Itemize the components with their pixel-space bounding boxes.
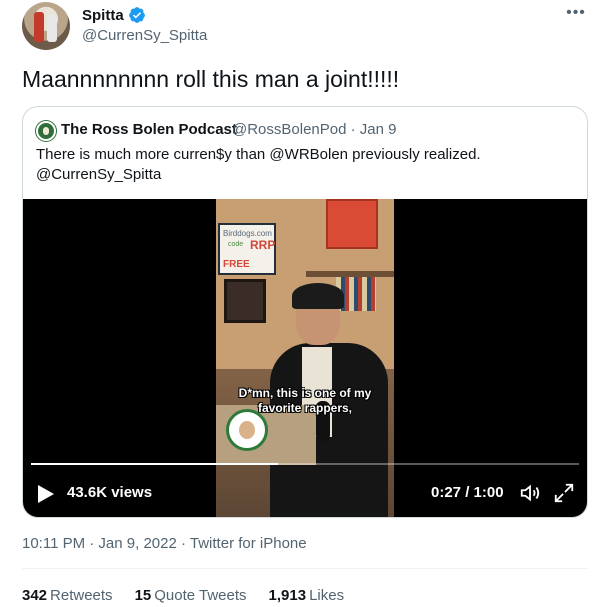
wall-box: [326, 199, 378, 249]
display-name-text: Spitta: [82, 6, 124, 24]
play-icon[interactable]: [37, 484, 55, 504]
tweet: Spitta @CurrenSy_Spitta ••• Maannnnnnnn …: [0, 0, 610, 607]
likes-count: 1,913: [268, 587, 307, 604]
tweet-stats: 342 Retweets 15 Quote Tweets 1,913 Likes: [22, 587, 344, 604]
quoted-avatar[interactable]: [36, 121, 56, 141]
tweet-text: Maannnnnnnn roll this man a joint!!!!!: [22, 66, 400, 92]
retweets-stat[interactable]: 342 Retweets: [22, 587, 113, 604]
quoted-display-name: The Ross Bolen Podcast: [61, 121, 237, 138]
video-timer: 0:27 / 1:00: [431, 484, 504, 501]
video-views: 43.6K views: [67, 484, 153, 501]
quoted-handle-date: @RossBolenPod · Jan 9: [232, 121, 397, 138]
likes-label: Likes: [309, 587, 345, 604]
video-player[interactable]: Birddogs.com code RRP FREE D*mn, this is…: [23, 199, 587, 517]
verified-badge-icon: [128, 7, 145, 23]
video-progress-fill: [31, 463, 278, 465]
person-cap: [292, 283, 344, 309]
retweets-label: Retweets: [50, 587, 113, 604]
display-name[interactable]: Spitta: [82, 6, 146, 24]
avatar-figure-left: [34, 12, 44, 42]
more-icon[interactable]: •••: [564, 5, 588, 26]
retweets-count: 342: [22, 587, 48, 604]
user-handle[interactable]: @CurrenSy_Spitta: [82, 27, 207, 44]
volume-icon[interactable]: [519, 482, 541, 504]
sign-line: FREE: [223, 259, 250, 270]
quote-tweets-label: Quote Tweets: [154, 587, 247, 604]
avatar[interactable]: [22, 2, 70, 50]
podcast-logo: [226, 409, 268, 451]
sign-line: Birddogs.com: [223, 229, 272, 238]
divider: [22, 568, 588, 569]
video-progress-bar[interactable]: [31, 463, 579, 465]
avatar-figure-right: [47, 14, 57, 42]
video-frame: Birddogs.com code RRP FREE D*mn, this is…: [216, 199, 394, 517]
quoted-text: There is much more curren$y than @WRBole…: [36, 146, 481, 183]
quote-tweets-stat[interactable]: 15 Quote Tweets: [135, 587, 247, 604]
quoted-tweet-card[interactable]: The Ross Bolen Podcast @RossBolenPod · J…: [22, 106, 588, 518]
likes-stat[interactable]: 1,913 Likes: [269, 587, 345, 604]
tweet-source[interactable]: Twitter for iPhone: [190, 535, 307, 552]
sign-line: RRP: [250, 238, 276, 252]
quote-tweets-count: 15: [134, 587, 152, 604]
fullscreen-icon[interactable]: [553, 482, 575, 504]
tweet-timestamp: 10:11 PM · Jan 9, 2022 · Twitter for iPh…: [22, 535, 307, 552]
video-sign: Birddogs.com code RRP FREE: [218, 223, 276, 275]
sign-line: code: [228, 241, 244, 248]
wall-picture: [224, 279, 266, 323]
tweet-time[interactable]: 10:11 PM · Jan 9, 2022 ·: [22, 535, 190, 552]
